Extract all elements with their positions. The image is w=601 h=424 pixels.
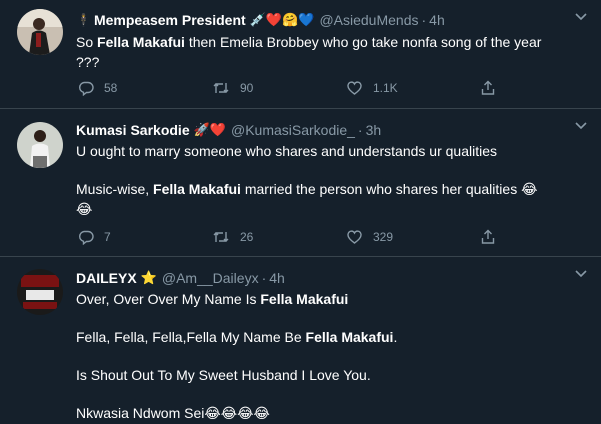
tweet-actions: 58 90 1.1K <box>78 80 506 96</box>
tweet-line: ??? <box>76 54 100 70</box>
reply-count: 58 <box>104 81 118 95</box>
tweet-header: 🕴 Mempeasem President 💉❤️🤗💙 @AsieduMends… <box>76 10 587 30</box>
timestamp[interactable]: 3h <box>366 122 382 138</box>
retweet-count: 90 <box>240 81 254 95</box>
reply-icon <box>78 80 104 96</box>
separator-dot: · <box>261 270 267 286</box>
heart-icon <box>346 80 373 96</box>
author-handle[interactable]: @AsieduMends <box>319 12 418 28</box>
author-name[interactable]: Mempeasem President <box>94 12 246 28</box>
separator-dot: · <box>357 122 363 138</box>
share-icon <box>480 229 506 245</box>
chevron-down-icon[interactable] <box>575 10 587 24</box>
author-name[interactable]: Kumasi Sarkodie <box>76 122 190 138</box>
name-emojis: ⭐ <box>140 270 157 285</box>
tweet-line: So Fella Makafui then Emelia Brobbey who… <box>76 34 542 50</box>
chevron-down-icon[interactable] <box>575 119 587 133</box>
reply-count: 7 <box>104 230 111 244</box>
tweet-line: U ought to marry someone who shares and … <box>76 143 498 159</box>
tweet-header: Kumasi Sarkodie 🚀❤️ @KumasiSarkodie_ · 3… <box>76 120 587 140</box>
tweet[interactable]: DAILEYX ⭐ @Am__Daileyx · 4h Over, Over O… <box>0 257 601 424</box>
like-button[interactable]: 329 <box>346 229 480 245</box>
like-button[interactable]: 1.1K <box>346 80 480 96</box>
avatar[interactable] <box>17 122 63 168</box>
author-name[interactable]: DAILEYX <box>76 270 137 286</box>
tweet-line: Is Shout Out To My Sweet Husband I Love … <box>76 367 371 383</box>
author-handle[interactable]: @Am__Daileyx <box>162 270 259 286</box>
tweet-line: Over, Over Over My Name Is Fella Makafui <box>76 291 349 307</box>
reply-button[interactable]: 58 <box>78 80 212 96</box>
author-handle[interactable]: @KumasiSarkodie_ <box>231 122 355 138</box>
share-icon <box>480 80 506 96</box>
tweet-header: DAILEYX ⭐ @Am__Daileyx · 4h <box>76 268 587 288</box>
avatar[interactable] <box>17 269 63 315</box>
timestamp[interactable]: 4h <box>429 12 445 28</box>
tweet[interactable]: Kumasi Sarkodie 🚀❤️ @KumasiSarkodie_ · 3… <box>0 109 601 257</box>
retweet-button[interactable]: 90 <box>212 80 346 96</box>
verified-figure-icon: 🕴 <box>76 13 91 27</box>
tweet-line: Music-wise, Fella Makafui married the pe… <box>76 181 538 197</box>
timestamp[interactable]: 4h <box>269 270 285 286</box>
name-emojis: 🚀❤️ <box>193 122 226 137</box>
share-button[interactable] <box>480 229 506 245</box>
share-button[interactable] <box>480 80 506 96</box>
tweet-text: So Fella Makafui then Emelia Brobbey who… <box>76 32 587 72</box>
retweet-count: 26 <box>240 230 254 244</box>
tweet[interactable]: 🕴 Mempeasem President 💉❤️🤗💙 @AsieduMends… <box>0 0 601 109</box>
retweet-icon <box>212 229 240 245</box>
heart-icon <box>346 229 373 245</box>
tweet-text: U ought to marry someone who shares and … <box>76 141 587 219</box>
tweet-text: Over, Over Over My Name Is Fella Makafui… <box>76 289 587 423</box>
like-count: 329 <box>373 230 394 244</box>
tweet-line: Fella, Fella, Fella,Fella My Name Be Fel… <box>76 329 398 345</box>
tweet-line: 😂 <box>76 201 93 217</box>
retweet-icon <box>212 80 240 96</box>
name-emojis: 💉❤️🤗💙 <box>249 12 315 27</box>
retweet-button[interactable]: 26 <box>212 229 346 245</box>
separator-dot: · <box>421 12 427 28</box>
reply-button[interactable]: 7 <box>78 229 212 245</box>
avatar[interactable] <box>17 9 63 55</box>
tweet-line: Nkwasia Ndwom Sei😂😂😂😂 <box>76 405 270 421</box>
tweet-actions: 7 26 329 <box>78 229 506 245</box>
reply-icon <box>78 229 104 245</box>
chevron-down-icon[interactable] <box>575 267 587 281</box>
like-count: 1.1K <box>373 81 398 95</box>
